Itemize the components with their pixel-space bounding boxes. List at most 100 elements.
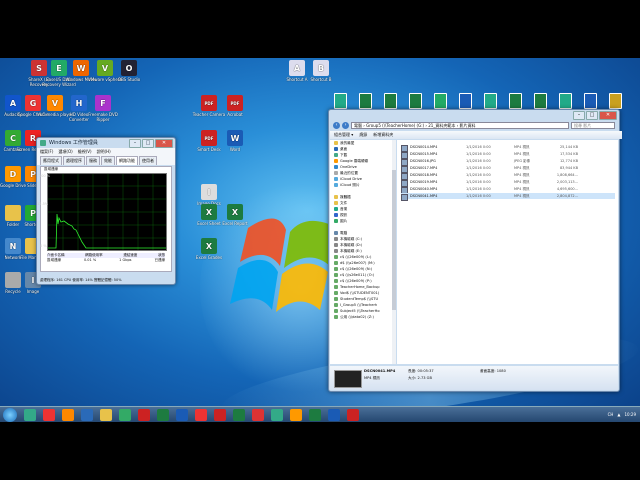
tab-processes[interactable]: 處理程序 bbox=[63, 156, 85, 165]
adapter-state: 已連線 bbox=[154, 258, 165, 262]
taskbar-app-button[interactable] bbox=[195, 409, 207, 421]
desktop-icon[interactable]: B Shortcut B bbox=[302, 60, 340, 82]
nav-item-label: 音樂 bbox=[340, 207, 348, 211]
taskbar-app-button[interactable] bbox=[309, 409, 321, 421]
desktop-icon-label: Shortcut B bbox=[310, 77, 332, 82]
tab-applications[interactable]: 應用程式 bbox=[40, 156, 62, 165]
file-row[interactable]: DSCN0040.MP4 1/1/2016 0:00 MP4 視訊 4,695,600… bbox=[401, 186, 615, 194]
menu-options[interactable]: 選項(O) bbox=[58, 148, 72, 155]
graph-mid-label: 12.5% bbox=[37, 202, 49, 206]
forward-button[interactable]: › bbox=[342, 122, 349, 129]
file-row[interactable]: DSCN0014.MP4 1/1/2016 0:00 MP4 視訊 25,144 KB bbox=[401, 144, 615, 152]
explorer-maximize-button[interactable]: □ bbox=[586, 111, 598, 120]
desktop-icon[interactable]: F Freemake DVD Ripper bbox=[84, 95, 122, 122]
clock[interactable]: 10:29 bbox=[624, 409, 636, 421]
desktop-icon[interactable]: X Excel Grades bbox=[190, 238, 228, 260]
file-row[interactable]: DSCN0019.MP4 1/1/2016 0:00 MP4 視訊 2,003,113… bbox=[401, 179, 615, 187]
menu-file[interactable]: 檔案(F) bbox=[40, 148, 53, 155]
desktop-icon-label: Excel Grades bbox=[195, 255, 223, 260]
nav-item-label: 媒體櫃 bbox=[340, 195, 351, 199]
nav-scrollbar-thumb[interactable] bbox=[392, 170, 396, 310]
taskbar-app-button[interactable] bbox=[252, 409, 264, 421]
taskbar-app-button[interactable] bbox=[347, 409, 359, 421]
desktop-icon-label: OBS Studio bbox=[117, 77, 141, 82]
desktop-icon[interactable]: X Excel Report bbox=[216, 204, 254, 226]
shortcut-icon[interactable] bbox=[459, 93, 472, 109]
file-date: 1/1/2016 0:00 bbox=[466, 166, 491, 170]
taskbar-app-button[interactable] bbox=[119, 409, 131, 421]
burn-button[interactable]: 燒錄 bbox=[359, 131, 367, 139]
nav-item-label: TeacherHome_Backup bbox=[340, 285, 380, 289]
language-indicator[interactable]: CH bbox=[608, 409, 614, 421]
tab-services[interactable]: 服務 bbox=[86, 156, 100, 165]
taskbar-app-button[interactable] bbox=[100, 409, 112, 421]
taskbar-app-button[interactable] bbox=[43, 409, 55, 421]
desktop-icon[interactable]: PDF Acrobat bbox=[216, 95, 254, 117]
desktop-icon[interactable]: IImage Docs bbox=[190, 184, 228, 206]
file-row[interactable]: DSCN0017.MP4 1/1/2016 0:00 MP4 視訊 83,944 KB bbox=[401, 165, 615, 173]
desktop-icon[interactable]: W Word bbox=[216, 130, 254, 152]
taskbar-app-button[interactable] bbox=[62, 409, 74, 421]
tray-expand-icon[interactable]: ▲ bbox=[617, 409, 620, 421]
taskbar-app-button[interactable] bbox=[271, 409, 283, 421]
menu-view[interactable]: 檢視(V) bbox=[78, 148, 92, 155]
file-row[interactable]: DSCN0041.MP4 1/1/2016 0:00 MP4 視訊 2,804,872… bbox=[401, 193, 615, 201]
explorer-close-button[interactable]: ✕ bbox=[599, 111, 617, 120]
shortcut-icon[interactable] bbox=[484, 93, 497, 109]
maximize-button[interactable]: □ bbox=[142, 139, 154, 148]
nav-item-icon bbox=[334, 201, 338, 205]
taskbar-app-button[interactable] bbox=[138, 409, 150, 421]
shortcut-icon[interactable] bbox=[359, 93, 372, 109]
shortcut-icon[interactable] bbox=[509, 93, 522, 109]
desktop-icon[interactable]: O OBS Studio bbox=[110, 60, 148, 82]
tab-performance[interactable]: 效能 bbox=[101, 156, 115, 165]
nav-item-label: Subject5 (\\TeacherHo bbox=[340, 309, 380, 313]
taskbar-app-button[interactable] bbox=[157, 409, 169, 421]
taskbar-app-button[interactable] bbox=[24, 409, 36, 421]
shortcut-icon[interactable] bbox=[434, 93, 447, 109]
nav-scrollbar[interactable] bbox=[392, 140, 396, 364]
nav-item-icon bbox=[334, 207, 338, 211]
organize-button[interactable]: 組合管理 ▾ bbox=[334, 131, 353, 139]
network-panel: 區域連線 100 % 12.5% 0 % 介面卡名稱 網路使用率 連結速度 狀態… bbox=[37, 166, 172, 272]
taskbar-app-button[interactable] bbox=[81, 409, 93, 421]
taskbar: CH ▲ 10:29 bbox=[0, 406, 640, 423]
task-manager-titlebar[interactable]: Windows 工作管理員 – □ ✕ bbox=[37, 138, 175, 148]
shortcut-icon[interactable] bbox=[534, 93, 547, 109]
shortcut-icon[interactable] bbox=[334, 93, 347, 109]
search-input[interactable]: 搜尋 影片 bbox=[571, 122, 615, 129]
shortcut-icon[interactable] bbox=[609, 93, 622, 109]
explorer-toolbar: 組合管理 ▾ 燒錄 新增資料夾 bbox=[330, 131, 622, 139]
nav-item-icon bbox=[334, 255, 338, 259]
file-row[interactable]: DSCN0018.MP4 1/1/2016 0:00 MP4 視訊 1,808,664… bbox=[401, 172, 615, 180]
new-folder-button[interactable]: 新增資料夾 bbox=[373, 131, 393, 139]
explorer-minimize-button[interactable]: – bbox=[573, 111, 585, 120]
taskbar-app-button[interactable] bbox=[233, 409, 245, 421]
close-button[interactable]: ✕ bbox=[155, 139, 173, 148]
back-button[interactable]: ‹ bbox=[333, 122, 340, 129]
menu-help[interactable]: 說明(H) bbox=[97, 148, 111, 155]
shortcut-icon[interactable] bbox=[384, 93, 397, 109]
file-row[interactable]: DSCN0015.MP4 1/1/2016 0:00 MP4 視訊 17,534 KB bbox=[401, 151, 615, 159]
graph-label: 區域連線 bbox=[44, 167, 58, 171]
app-icon: X bbox=[201, 204, 217, 220]
shortcut-icon[interactable] bbox=[409, 93, 422, 109]
nav-item[interactable]: 公用 (\\data02) (Z:) bbox=[330, 314, 392, 320]
desktop-icon-label: Freemake DVD Ripper bbox=[88, 112, 118, 122]
file-row[interactable]: DSCN0016.JPG 1/1/2016 0:00 JPEG 影像 12,774 K… bbox=[401, 158, 615, 166]
start-button[interactable] bbox=[3, 408, 17, 422]
tab-networking[interactable]: 網路功能 bbox=[116, 156, 138, 165]
taskbar-app-button[interactable] bbox=[214, 409, 226, 421]
explorer-window[interactable]: – □ ✕ ‹ › 電腦 › Group5 (\\TeacherHome) (G… bbox=[328, 109, 622, 392]
tab-users[interactable]: 使用者 bbox=[139, 156, 157, 165]
shortcut-icon[interactable] bbox=[584, 93, 597, 109]
network-usage-line bbox=[48, 213, 166, 249]
taskbar-app-button[interactable] bbox=[176, 409, 188, 421]
task-manager-window[interactable]: Windows 工作管理員 – □ ✕ 檔案(F) 選項(O) 檢視(V) 說明… bbox=[36, 137, 176, 285]
minimize-button[interactable]: – bbox=[129, 139, 141, 148]
adapter-row[interactable]: 區域連線 0.01 % 1 Gbps 已連線 bbox=[47, 258, 165, 263]
shortcut-icon[interactable] bbox=[559, 93, 572, 109]
taskbar-app-button[interactable] bbox=[328, 409, 340, 421]
address-bar[interactable]: 電腦 › Group5 (\\TeacherHome) (G:) › 21_資料… bbox=[351, 122, 569, 129]
taskbar-app-button[interactable] bbox=[290, 409, 302, 421]
